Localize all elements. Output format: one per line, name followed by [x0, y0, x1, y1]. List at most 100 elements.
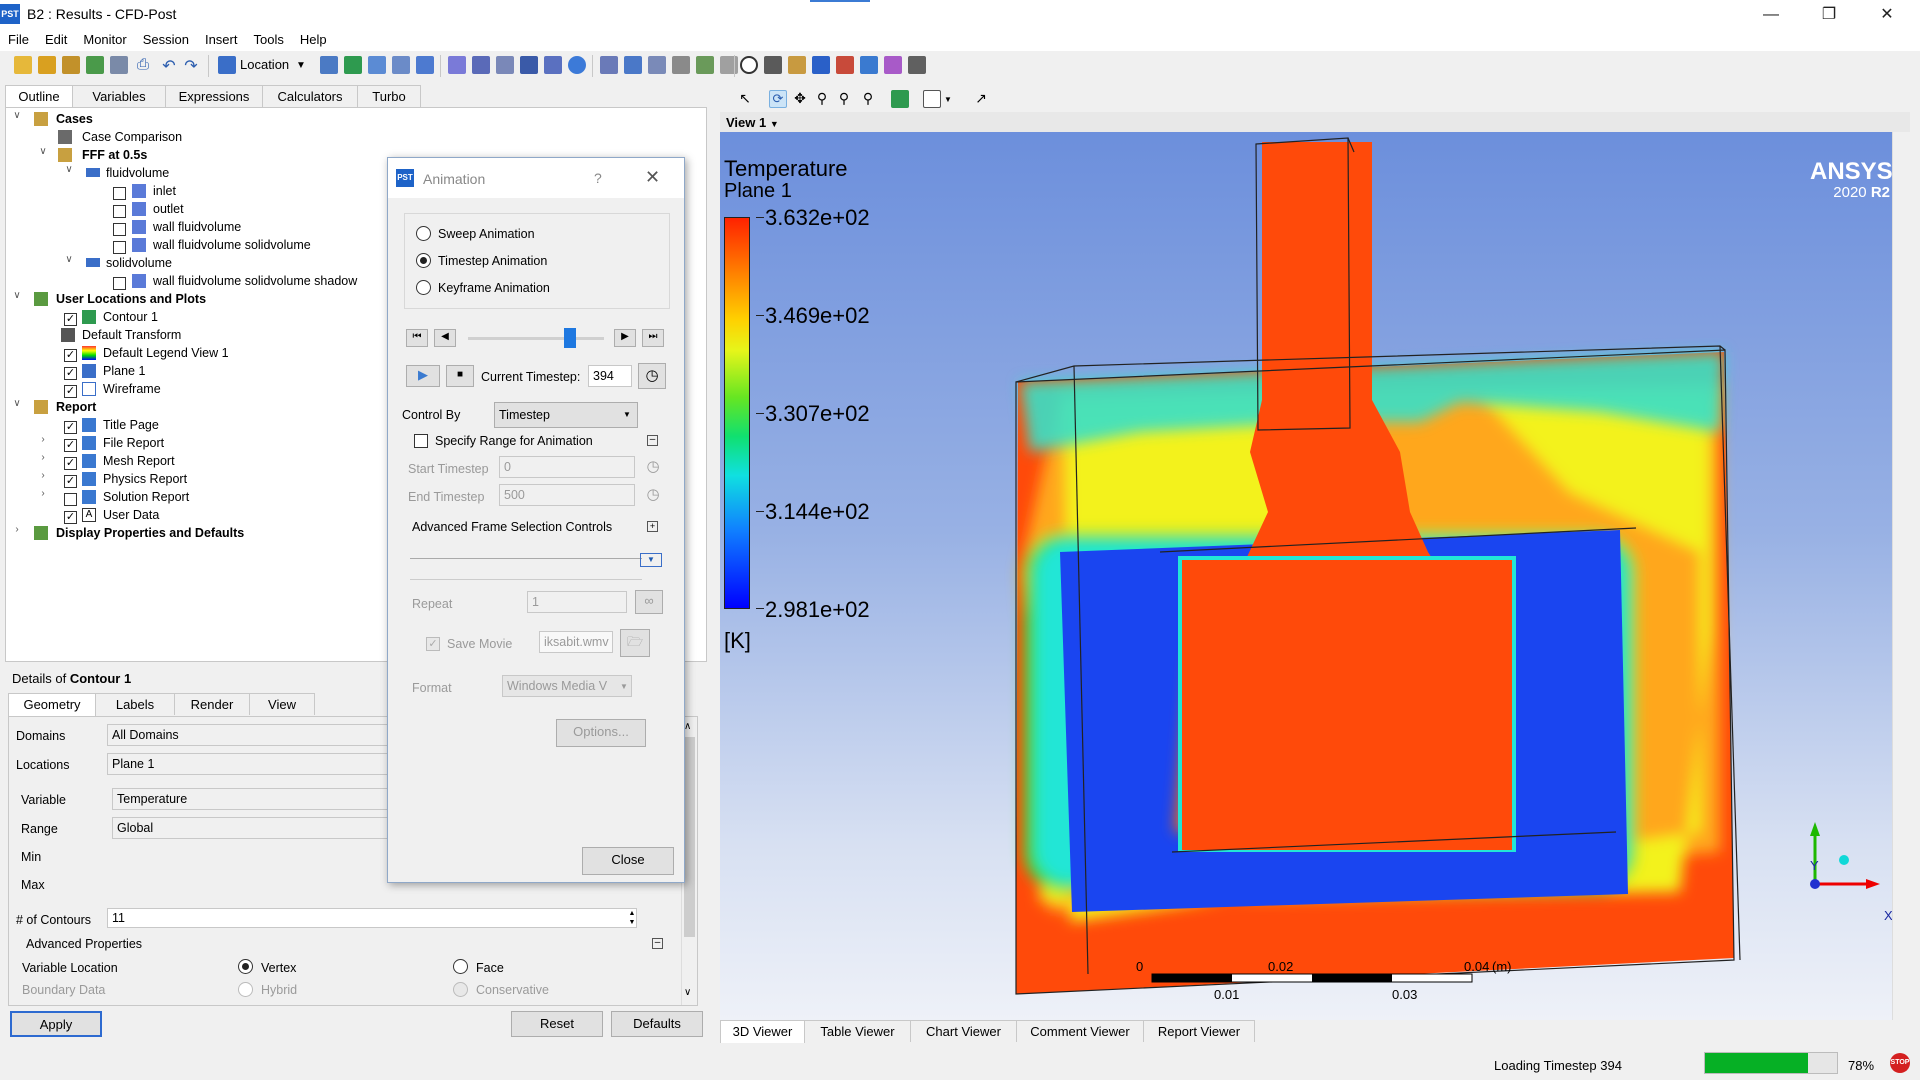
tree-item-solution-report[interactable]: Solution Report: [103, 488, 189, 506]
timestep-slider[interactable]: [468, 337, 604, 340]
checkbox[interactable]: ✓: [64, 349, 77, 362]
expand-icon[interactable]: +: [647, 521, 658, 532]
menu-file[interactable]: File: [0, 29, 37, 47]
mesh-icon[interactable]: [836, 56, 854, 74]
menu-session[interactable]: Session: [135, 29, 197, 47]
tab-calculators[interactable]: Calculators: [262, 85, 358, 107]
locations-field[interactable]: Plane 1: [107, 753, 397, 775]
rotate-icon[interactable]: ⟳: [769, 90, 787, 108]
tree-item-default-transform[interactable]: Default Transform: [82, 326, 181, 344]
particle-track-icon[interactable]: [392, 56, 410, 74]
tab-chart-viewer[interactable]: Chart Viewer: [910, 1020, 1017, 1042]
tree-item-fff[interactable]: FFF at 0.5s: [82, 146, 147, 164]
checkbox[interactable]: ✓: [64, 421, 77, 434]
scroll-up-icon[interactable]: ∧: [684, 721, 691, 732]
vertex-radio[interactable]: [238, 959, 253, 974]
tab-variables[interactable]: Variables: [72, 85, 166, 107]
tree-item-mesh-report[interactable]: Mesh Report: [103, 452, 175, 470]
previous-frame-button[interactable]: ◀: [434, 329, 456, 347]
tree-item-user-data[interactable]: User Data: [103, 506, 159, 524]
close-icon[interactable]: ✕: [645, 167, 660, 188]
viewport-layout-icon[interactable]: [923, 90, 941, 108]
minimize-icon[interactable]: —: [1751, 2, 1791, 28]
chevron-down-icon[interactable]: ▼: [296, 60, 306, 71]
stepper-arrows-icon[interactable]: ▲ ▼: [626, 909, 638, 927]
scroll-thumb[interactable]: [684, 737, 695, 937]
expression-icon[interactable]: [544, 56, 562, 74]
expand-arrow-icon[interactable]: ∨: [64, 254, 74, 272]
stop-button[interactable]: ■: [446, 365, 474, 387]
tab-render[interactable]: Render: [174, 693, 250, 715]
timestep-selector-icon[interactable]: [764, 56, 782, 74]
clip-plane-icon[interactable]: [472, 56, 490, 74]
tree-item-fluidvolume[interactable]: fluidvolume: [106, 164, 169, 182]
checkbox[interactable]: ✓: [64, 511, 77, 524]
apply-button[interactable]: Apply: [10, 1011, 102, 1037]
tree-item-wall-fluidvolume[interactable]: wall fluidvolume: [153, 218, 241, 236]
menu-help[interactable]: Help: [292, 29, 335, 47]
tree-item-physics-report[interactable]: Physics Report: [103, 470, 187, 488]
collapse-arrow-icon[interactable]: ›: [38, 488, 48, 506]
tab-geometry[interactable]: Geometry: [8, 693, 96, 716]
tab-expressions[interactable]: Expressions: [165, 85, 263, 107]
tree-item-wall-shadow[interactable]: wall fluidvolume solidvolume shadow: [153, 272, 357, 290]
tab-outline[interactable]: Outline: [5, 85, 73, 108]
expand-arrow-icon[interactable]: ∨: [12, 110, 22, 128]
scroll-down-icon[interactable]: ∨: [684, 987, 691, 998]
expand-arrow-icon[interactable]: ∨: [64, 164, 74, 182]
print-icon[interactable]: ⎙: [134, 56, 152, 74]
menu-edit[interactable]: Edit: [37, 29, 75, 47]
next-frame-button[interactable]: ▶: [614, 329, 636, 347]
location-icon[interactable]: [218, 56, 236, 74]
save-state-icon[interactable]: [86, 56, 104, 74]
checkbox[interactable]: ✓: [64, 457, 77, 470]
timestep-selector-clock-icon[interactable]: ◷: [638, 363, 666, 389]
domains-field[interactable]: All Domains: [107, 724, 397, 746]
macro-icon[interactable]: [568, 56, 586, 74]
face-radio[interactable]: [453, 959, 468, 974]
location-menu[interactable]: Location: [240, 57, 289, 72]
tree-item-title-page[interactable]: Title Page: [103, 416, 159, 434]
tree-item-wall-fluid-solid[interactable]: wall fluidvolume solidvolume: [153, 236, 311, 254]
comment-icon[interactable]: [648, 56, 666, 74]
tree-item-outlet[interactable]: outlet: [153, 200, 184, 218]
text-icon[interactable]: [448, 56, 466, 74]
save-picture-icon[interactable]: [110, 56, 128, 74]
tree-item-contour1[interactable]: Contour 1: [103, 308, 158, 326]
tab-report-viewer[interactable]: Report Viewer: [1143, 1020, 1255, 1042]
tree-item-user-locations[interactable]: User Locations and Plots: [56, 290, 206, 308]
play-button[interactable]: ▶: [406, 365, 440, 387]
checkbox[interactable]: [113, 223, 126, 236]
timestep-radio[interactable]: [416, 253, 431, 268]
collapse-arrow-icon[interactable]: ›: [38, 434, 48, 452]
function-calculator-icon[interactable]: [720, 56, 738, 74]
load-state-icon[interactable]: [62, 56, 80, 74]
tab-turbo[interactable]: Turbo: [357, 85, 421, 107]
menu-tools[interactable]: Tools: [245, 29, 291, 47]
export-icon[interactable]: [884, 56, 902, 74]
contour-icon[interactable]: [344, 56, 362, 74]
restore-icon[interactable]: ❐: [1809, 2, 1849, 28]
tree-item-case-comparison[interactable]: Case Comparison: [82, 128, 182, 146]
defaults-button[interactable]: Defaults: [611, 1011, 703, 1037]
tab-table-viewer[interactable]: Table Viewer: [804, 1020, 911, 1042]
checkbox[interactable]: ✓: [64, 367, 77, 380]
tree-item-report[interactable]: Report: [56, 398, 96, 416]
slider-thumb[interactable]: [564, 328, 576, 348]
checkbox[interactable]: [64, 493, 77, 506]
tab-view[interactable]: View: [249, 693, 315, 715]
checkbox[interactable]: ✓: [64, 475, 77, 488]
tab-comment-viewer[interactable]: Comment Viewer: [1016, 1020, 1144, 1042]
stop-icon[interactable]: STOP: [1890, 1053, 1910, 1073]
tab-3d-viewer[interactable]: 3D Viewer: [720, 1020, 805, 1043]
tree-item-wireframe[interactable]: Wireframe: [103, 380, 161, 398]
collapse-icon[interactable]: –: [652, 938, 663, 949]
report-icon[interactable]: [860, 56, 878, 74]
close-button[interactable]: Close: [582, 847, 674, 875]
probe-icon[interactable]: [788, 56, 806, 74]
chart-icon[interactable]: [624, 56, 642, 74]
contours-stepper[interactable]: 11: [107, 908, 637, 928]
first-frame-button[interactable]: ⏮: [406, 329, 428, 347]
expand-arrow-icon[interactable]: ∨: [12, 290, 22, 308]
checkbox[interactable]: [113, 241, 126, 254]
